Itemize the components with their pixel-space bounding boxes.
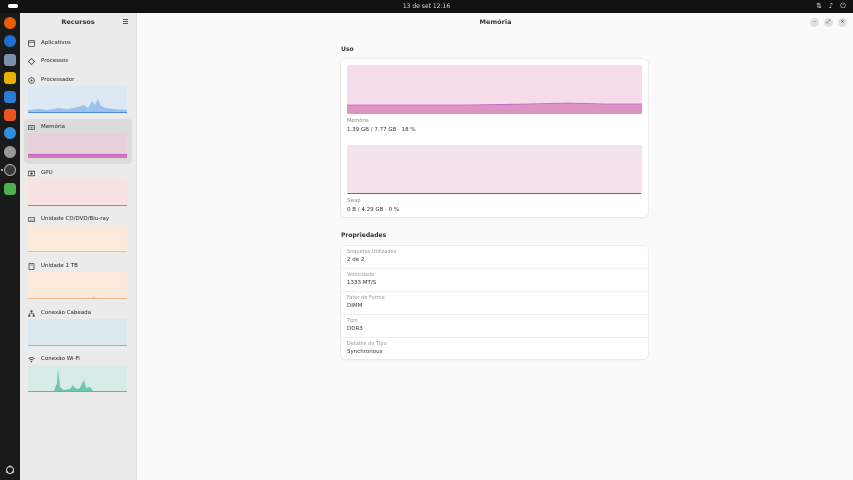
sidebar-item-wifi[interactable]: Conexão Wi-Fi (24, 353, 132, 392)
trash-icon[interactable] (4, 183, 16, 195)
sidebar-item-label: Unidade 1 TB (41, 263, 78, 269)
properties-card: Soquetes Utilizados 2 de 2 Velocidade 13… (341, 246, 648, 359)
memory-usage-chart (347, 65, 642, 114)
sidebar-item-label: Processos (41, 58, 69, 64)
resources-window: Recursos Aplicativos Processos Processad… (20, 13, 853, 480)
drive-usage-graph (28, 272, 127, 299)
apps-icon (28, 39, 35, 47)
sidebar: Recursos Aplicativos Processos Processad… (20, 13, 137, 480)
running-indicator (1, 169, 3, 171)
sidebar-item-label: Aplicativos (41, 40, 71, 46)
swap-caption: Swap (347, 198, 361, 204)
clock[interactable]: 13 de set 12:16 (0, 3, 853, 10)
processes-icon (28, 57, 35, 65)
property-key: Fator de Forma (347, 295, 385, 301)
sidebar-item-drive[interactable]: Unidade 1 TB (24, 260, 132, 299)
resources-icon[interactable] (4, 164, 16, 176)
property-type: Tipo DDR3 (347, 318, 363, 332)
thunderbird-icon[interactable] (4, 35, 16, 47)
property-key: Detalhe do Tipo (347, 341, 387, 347)
sidebar-item-processor[interactable]: Processador (24, 74, 132, 113)
sidebar-item-wired[interactable]: Conexão Cabeada (24, 307, 132, 346)
gpu-icon (28, 170, 35, 177)
volume-icon: ♪ (828, 2, 834, 10)
memory-value: 1.39 GB / 7.77 GB · 18 % (347, 127, 416, 133)
drive-icon (28, 262, 35, 270)
firefox-icon[interactable] (4, 17, 16, 29)
property-key: Velocidade (347, 272, 375, 278)
sidebar-item-label: GPU (41, 170, 53, 176)
wired-network-graph (28, 319, 127, 346)
system-tray[interactable]: ⇅ ♪ ⏻ (815, 2, 847, 10)
sidebar-item-memory[interactable]: Memória (24, 119, 132, 164)
usage-section-title: Uso (341, 46, 354, 53)
sidebar-item-label: Processador (41, 77, 75, 83)
property-form-factor: Fator de Forma DIMM (347, 295, 385, 309)
property-value: 1333 MT/S (347, 280, 377, 286)
sidebar-header: Recursos (20, 13, 136, 32)
properties-section-title: Propriedades (341, 232, 387, 239)
property-value: DIMM (347, 303, 363, 309)
sidebar-title: Recursos (61, 18, 95, 26)
property-speed: Velocidade 1333 MT/S (347, 272, 376, 286)
memory-icon (28, 124, 35, 131)
wifi-network-graph (28, 365, 127, 392)
property-value: DDR3 (347, 326, 363, 332)
usage-card: Memória 1.39 GB / 7.77 GB · 18 % Swap 0 … (341, 59, 648, 217)
disc-icon[interactable] (4, 146, 16, 158)
maximize-button[interactable]: ⤢ (824, 18, 833, 27)
network-icon (28, 309, 35, 317)
property-key: Soquetes Utilizados (347, 249, 397, 255)
sidebar-item-label: Unidade CD/DVD/Blu-ray (41, 216, 110, 222)
memory-usage-graph (28, 133, 127, 158)
cpu-usage-graph (28, 86, 127, 113)
writer-icon[interactable] (4, 91, 16, 103)
sidebar-item-label: Conexão Cabeada (41, 310, 92, 316)
optical-drive-graph (28, 225, 127, 252)
top-bar: 13 de set 12:16 ⇅ ♪ ⏻ (0, 0, 853, 13)
show-apps-icon[interactable] (5, 465, 15, 475)
page-title: Memória (479, 18, 512, 26)
network-icon: ⇅ (816, 2, 822, 10)
dock (0, 13, 20, 480)
power-icon: ⏻ (840, 2, 846, 10)
rhythmbox-icon[interactable] (4, 72, 16, 84)
sidebar-item-label: Memória (41, 124, 66, 130)
property-sockets: Soquetes Utilizados 2 de 2 (347, 249, 396, 263)
property-key: Tipo (347, 318, 358, 324)
sidebar-item-label: Conexão Wi-Fi (41, 356, 80, 362)
hamburger-menu-icon[interactable] (123, 19, 128, 24)
wifi-icon (28, 356, 35, 363)
swap-value: 0 B / 4.29 GB · 0 % (347, 207, 400, 213)
minimize-button[interactable]: – (810, 18, 819, 27)
sidebar-item-optical-drive[interactable]: Unidade CD/DVD/Blu-ray (24, 213, 132, 252)
desktop: 13 de set 12:16 ⇅ ♪ ⏻ Recursos Aplicativ… (0, 0, 853, 480)
sidebar-item-applications[interactable]: Aplicativos (24, 37, 132, 49)
cpu-icon (28, 76, 35, 84)
app-center-icon[interactable] (4, 109, 16, 121)
files-icon[interactable] (4, 54, 16, 66)
main-panel: Memória – ⤢ × Uso Memória 1.39 GB / 7.77… (138, 13, 853, 480)
close-button[interactable]: × (838, 18, 847, 27)
property-value: 2 de 2 (347, 257, 365, 263)
memory-caption: Memória (347, 118, 369, 124)
property-type-detail: Detalhe do Tipo Synchronous (347, 341, 387, 355)
sidebar-item-processes[interactable]: Processos (24, 55, 132, 67)
property-value: Synchronous (347, 349, 383, 355)
disc-drive-icon (28, 216, 35, 223)
sidebar-item-gpu[interactable]: GPU (24, 167, 132, 206)
gpu-usage-graph (28, 179, 127, 206)
help-icon[interactable] (4, 127, 16, 139)
swap-usage-chart (347, 145, 642, 194)
